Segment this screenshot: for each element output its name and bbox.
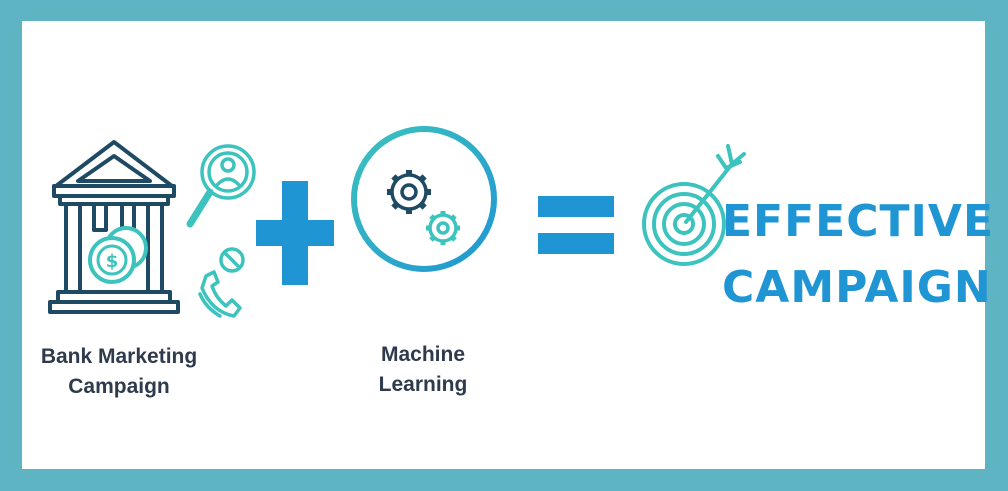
gears-icon: [351, 126, 497, 272]
search-user-icon: [186, 144, 256, 228]
machine-learning-label: Machine Learning: [343, 340, 503, 400]
bank-label-line-1: Bank Marketing: [40, 345, 198, 368]
coins-icon: $: [88, 226, 148, 284]
svg-text:$: $: [106, 251, 119, 272]
result-line-2: CAMPAIGN: [722, 262, 992, 313]
plus-icon: [256, 181, 334, 285]
equals-icon: [538, 196, 614, 254]
ml-label-line-1: Machine: [380, 343, 466, 366]
result-line-1: EFFECTIVE: [722, 196, 995, 247]
ml-label-line-2: Learning: [378, 373, 468, 396]
bank-marketing-label: Bank Marketing Campaign: [24, 342, 214, 402]
phone-icon: [198, 247, 245, 318]
bank-label-line-2: Campaign: [68, 375, 170, 398]
